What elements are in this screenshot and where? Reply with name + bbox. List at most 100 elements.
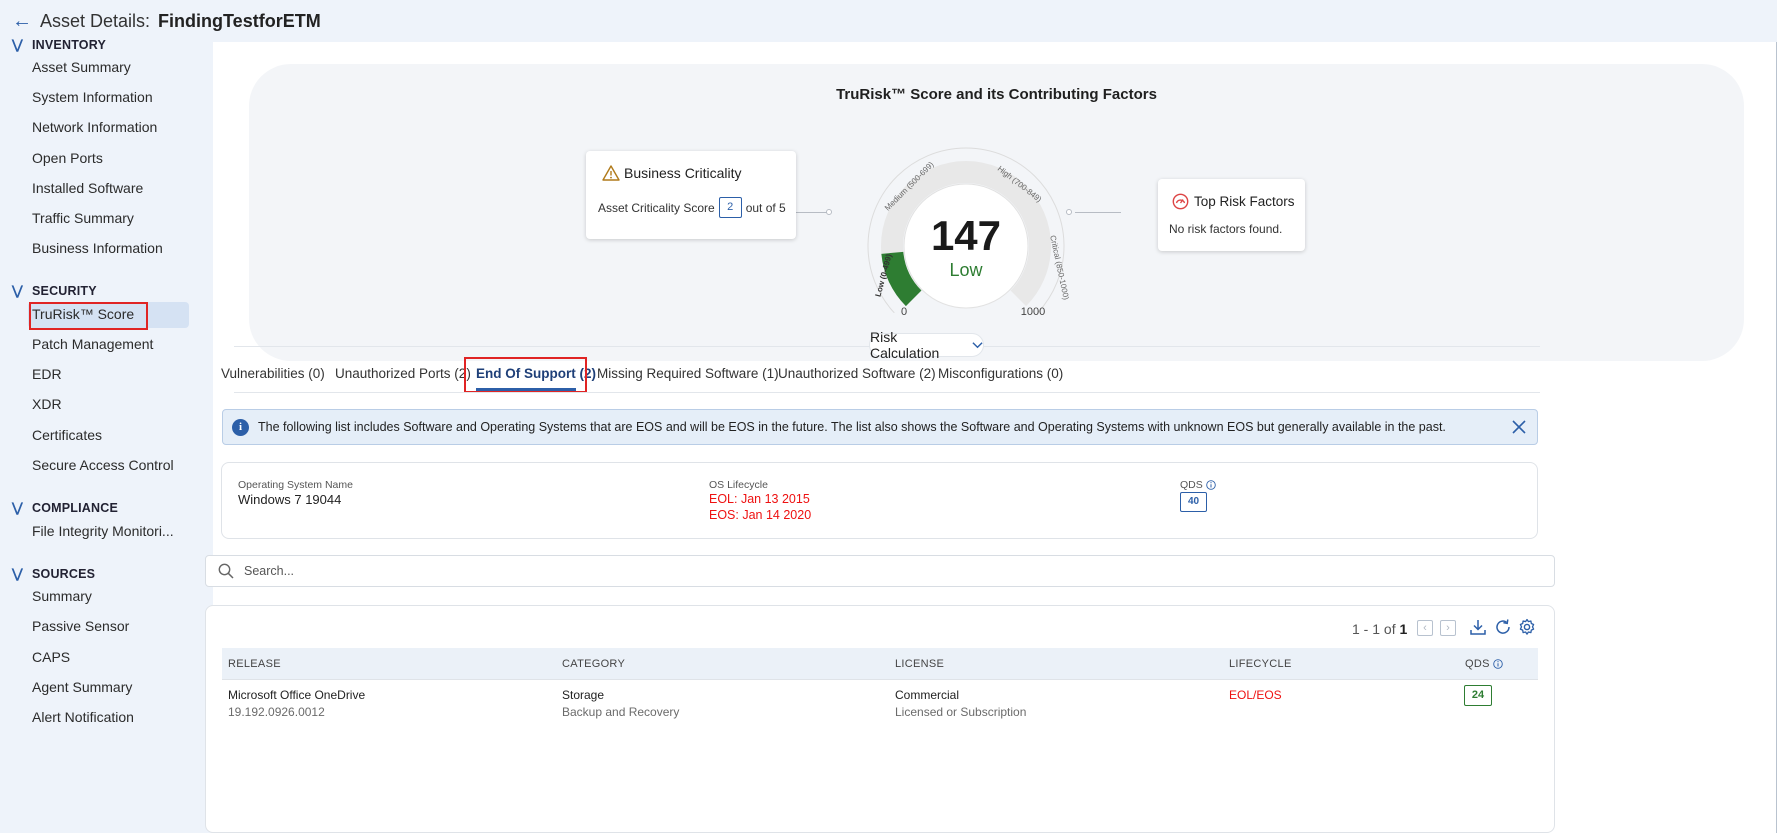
os-summary-card bbox=[221, 462, 1538, 539]
column-header-release[interactable]: RELEASE bbox=[228, 658, 281, 670]
table-header bbox=[222, 648, 1538, 679]
trurisk-gauge: 147 Low 0 1000 Low (0-499) Medium (500-6… bbox=[867, 147, 1071, 318]
prev-page-button[interactable]: ‹ bbox=[1417, 620, 1433, 636]
info-icon[interactable] bbox=[1492, 659, 1503, 669]
top-risk-factors-title: Top Risk Factors bbox=[1194, 194, 1295, 209]
risk-calculation-toggle[interactable]: Risk Calculation bbox=[869, 329, 984, 361]
column-header-category[interactable]: CATEGORY bbox=[562, 658, 625, 670]
cell-lifecycle: EOL/EOS bbox=[1229, 688, 1282, 702]
sidebar-item-edr[interactable]: EDR bbox=[32, 366, 62, 382]
tab-missing-required-software[interactable]: Missing Required Software (1) bbox=[597, 366, 779, 381]
info-banner: i The following list includes Software a… bbox=[222, 409, 1538, 445]
trurisk-title: TruRisk™ Score and its Contributing Fact… bbox=[836, 86, 1157, 103]
sidebar-item-asset-summary[interactable]: Asset Summary bbox=[32, 59, 131, 75]
pagination-range: 1 - 1 of bbox=[1352, 621, 1396, 637]
highlight-box bbox=[29, 302, 148, 330]
sidebar-item-file-integrity-monitoring[interactable]: File Integrity Monitori... bbox=[32, 523, 174, 539]
info-icon[interactable] bbox=[1206, 480, 1216, 490]
sidebar-item-installed-software[interactable]: Installed Software bbox=[32, 180, 143, 196]
section-label: SECURITY bbox=[32, 284, 97, 298]
os-name-label: Operating System Name bbox=[238, 479, 353, 491]
pagination-total: 1 bbox=[1399, 621, 1408, 637]
chevron-down-icon: ⋁ bbox=[12, 37, 23, 52]
trurisk-panel: TruRisk™ Score and its Contributing Fact… bbox=[249, 64, 1744, 361]
column-header-lifecycle[interactable]: LIFECYCLE bbox=[1229, 658, 1292, 670]
section-label: COMPLIANCE bbox=[32, 501, 119, 515]
sidebar-item-system-information[interactable]: System Information bbox=[32, 89, 153, 105]
os-eos-date: EOS: Jan 14 2020 bbox=[709, 508, 812, 522]
business-criticality-title: Business Criticality bbox=[624, 165, 742, 181]
search-icon bbox=[218, 563, 234, 579]
refresh-icon[interactable] bbox=[1494, 618, 1512, 636]
criticality-suffix: out of 5 bbox=[745, 200, 786, 215]
tab-misconfigurations[interactable]: Misconfigurations (0) bbox=[938, 366, 1063, 381]
sidebar-section-compliance[interactable]: ⋁ COMPLIANCE bbox=[12, 500, 118, 516]
sidebar-item-passive-sensor[interactable]: Passive Sensor bbox=[32, 618, 129, 634]
asset-name: FindingTestforETM bbox=[158, 10, 321, 31]
column-header-qds-label: QDS bbox=[1465, 658, 1490, 670]
criticality-label: Asset Criticality Score bbox=[598, 200, 715, 215]
table-row-divider bbox=[222, 679, 1538, 680]
cell-release-name: Microsoft Office OneDrive bbox=[228, 688, 366, 702]
chevron-down-icon: ⋁ bbox=[12, 566, 23, 581]
sidebar-item-summary[interactable]: Summary bbox=[32, 588, 92, 604]
page-title-label: Asset Details: bbox=[40, 10, 151, 31]
sidebar-section-security[interactable]: ⋁ SECURITY bbox=[12, 283, 97, 299]
gauge-band-critical: Critical (850-1000) bbox=[1048, 234, 1071, 301]
sidebar-item-secure-access-control[interactable]: Secure Access Control bbox=[32, 457, 174, 473]
highlight-box bbox=[464, 357, 587, 393]
info-banner-text: The following list includes Software and… bbox=[258, 420, 1446, 434]
section-label: SOURCES bbox=[32, 567, 96, 581]
chevron-down-icon bbox=[972, 342, 983, 349]
column-header-qds[interactable]: QDS bbox=[1465, 658, 1503, 670]
chevron-down-icon: ⋁ bbox=[12, 283, 23, 298]
download-icon[interactable] bbox=[1469, 618, 1487, 636]
search-input[interactable] bbox=[244, 564, 1444, 578]
tab-unauthorized-ports[interactable]: Unauthorized Ports (2) bbox=[335, 366, 471, 381]
sidebar-item-caps[interactable]: CAPS bbox=[32, 649, 70, 665]
section-label: INVENTORY bbox=[32, 38, 107, 52]
cell-subcategory: Backup and Recovery bbox=[562, 705, 680, 719]
eos-table-card bbox=[205, 605, 1555, 833]
page-header: ← Asset Details: FindingTestforETM bbox=[0, 0, 1777, 42]
score-level: Low bbox=[949, 260, 983, 280]
tab-unauthorized-software[interactable]: Unauthorized Software (2) bbox=[778, 366, 936, 381]
os-qds-header: QDS bbox=[1180, 479, 1216, 491]
os-qds-label: QDS bbox=[1180, 479, 1203, 491]
chevron-down-icon: ⋁ bbox=[12, 500, 23, 515]
sidebar-item-agent-summary[interactable]: Agent Summary bbox=[32, 679, 132, 695]
sidebar-item-certificates[interactable]: Certificates bbox=[32, 427, 102, 443]
sidebar-item-business-information[interactable]: Business Information bbox=[32, 240, 163, 256]
os-lifecycle-label: OS Lifecycle bbox=[709, 479, 768, 491]
tabs-divider bbox=[234, 392, 1540, 393]
cell-category: Storage bbox=[562, 688, 605, 702]
criticality-score: 2 bbox=[718, 197, 742, 218]
business-criticality-card: Business Criticality Asset Criticality S… bbox=[586, 151, 796, 239]
score-value: 147 bbox=[931, 212, 1001, 259]
next-page-button[interactable]: › bbox=[1440, 620, 1456, 636]
cell-release-version: 19.192.0926.0012 bbox=[228, 705, 325, 719]
pagination-info: 1 - 1 of 1 bbox=[1352, 621, 1407, 637]
sidebar-section-sources[interactable]: ⋁ SOURCES bbox=[12, 566, 95, 582]
os-name: Windows 7 19044 bbox=[238, 492, 342, 507]
back-arrow-icon[interactable]: ← bbox=[12, 10, 38, 33]
column-header-license[interactable]: LICENSE bbox=[895, 658, 944, 670]
sidebar-item-traffic-summary[interactable]: Traffic Summary bbox=[32, 210, 134, 226]
top-risk-factors-text: No risk factors found. bbox=[1169, 222, 1283, 236]
info-icon: i bbox=[232, 418, 249, 436]
search-bar bbox=[205, 555, 1555, 587]
gauge-max-label: 1000 bbox=[1021, 306, 1045, 318]
sidebar-item-alert-notification[interactable]: Alert Notification bbox=[32, 709, 134, 725]
cell-license: Commercial bbox=[895, 688, 960, 702]
sidebar-item-open-ports[interactable]: Open Ports bbox=[32, 150, 103, 166]
cell-license-type: Licensed or Subscription bbox=[895, 705, 1027, 719]
settings-icon[interactable] bbox=[1518, 618, 1536, 636]
sidebar-item-network-information[interactable]: Network Information bbox=[32, 119, 157, 135]
sidebar-item-xdr[interactable]: XDR bbox=[32, 396, 62, 412]
tab-vulnerabilities[interactable]: Vulnerabilities (0) bbox=[221, 366, 325, 381]
sidebar-section-inventory[interactable]: ⋁ INVENTORY bbox=[12, 37, 106, 53]
risk-gauge-icon bbox=[1172, 193, 1189, 210]
os-eol-date: EOL: Jan 13 2015 bbox=[709, 492, 810, 506]
close-icon[interactable] bbox=[1512, 420, 1526, 434]
sidebar-item-patch-management[interactable]: Patch Management bbox=[32, 336, 153, 352]
